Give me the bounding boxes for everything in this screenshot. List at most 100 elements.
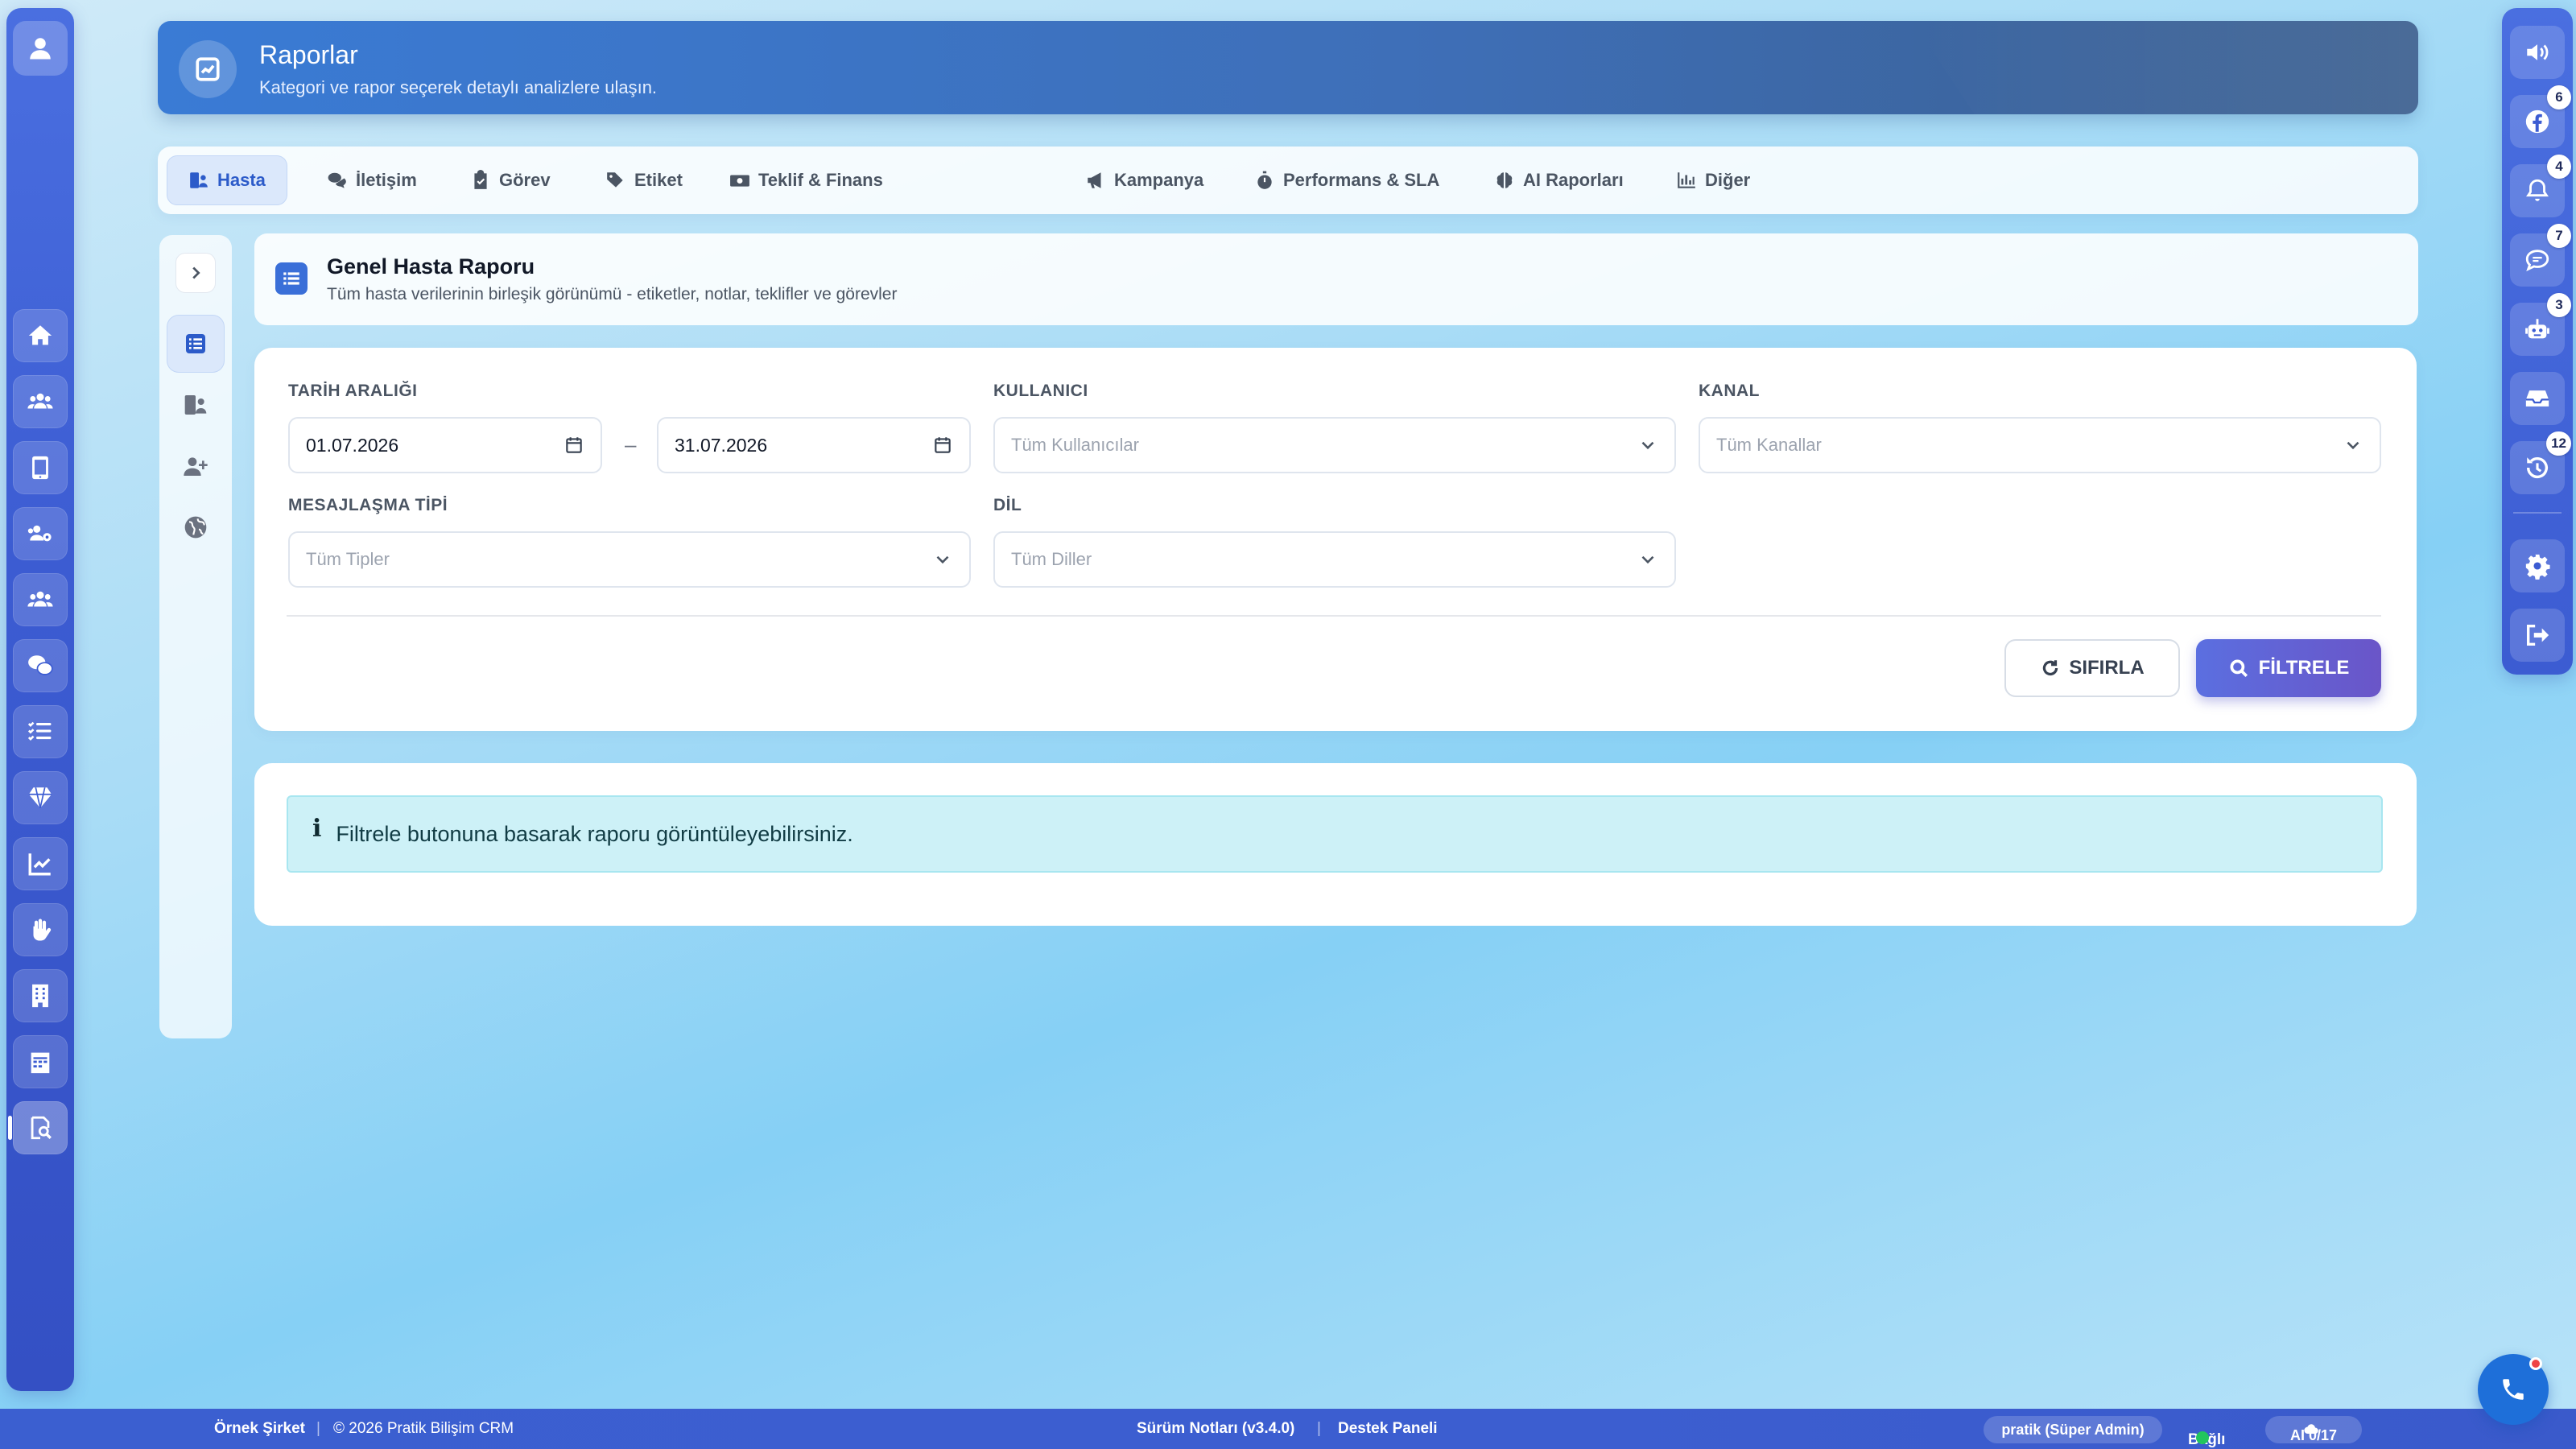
inbox-icon [2525, 390, 2549, 407]
ai-usage-pill[interactable]: AI 0/17 [2265, 1416, 2362, 1443]
channel-select[interactable]: Tüm Kanallar [1699, 417, 2381, 473]
tasks-nav-button[interactable] [13, 705, 68, 758]
bot-badge: 3 [2547, 293, 2571, 317]
page-subtitle: Kategori ve rapor seçerek detaylı analiz… [259, 77, 658, 97]
home-nav-button[interactable] [13, 309, 68, 362]
message-icon [2525, 250, 2549, 272]
message-type-select[interactable]: Tüm Tipler [288, 531, 971, 588]
robot-icon [2525, 319, 2549, 339]
tab-label: AI Raporları [1523, 170, 1624, 190]
language-select[interactable]: Tüm Diller [993, 531, 1676, 588]
date-range-separator: – [625, 432, 637, 456]
rail-divider [2513, 512, 2562, 514]
tab-label: Hasta [217, 170, 266, 190]
tab-etiket[interactable]: Etiket [584, 156, 704, 204]
call-notification-dot [2529, 1357, 2542, 1370]
page-header: Raporlar Kategori ve rapor seçerek detay… [158, 21, 2418, 114]
clipboard-check-icon [474, 170, 487, 189]
calendar-nav-button[interactable] [13, 1035, 68, 1088]
support-panel-link[interactable]: Destek Paneli [1338, 1420, 1438, 1438]
footer-company: Örnek Şirket [214, 1420, 305, 1437]
date-end-input[interactable]: 31.07.2026 [657, 417, 971, 473]
task-list-icon [27, 721, 52, 741]
home-icon [28, 325, 52, 345]
mobile-nav-button[interactable] [13, 441, 68, 494]
filter-divider [287, 615, 2381, 617]
hand-icon [33, 919, 52, 941]
header-decoration [1913, 21, 2418, 114]
megaphone-icon [1088, 172, 1101, 188]
report-item-new-patients[interactable] [167, 438, 224, 494]
chevron-down-icon [936, 555, 949, 564]
report-sub-sidebar [159, 235, 232, 1038]
announcements-button[interactable] [2510, 26, 2565, 79]
settings-button[interactable] [2510, 539, 2565, 592]
current-user-pill[interactable]: pratik (Süper Admin) [1984, 1416, 2162, 1443]
bot-button[interactable]: 3 [2510, 293, 2571, 356]
tab-hasta[interactable]: Hasta [167, 156, 287, 204]
report-item-patient-card[interactable] [167, 377, 224, 433]
calendar-icon[interactable] [564, 435, 584, 456]
facebook-icon [2525, 109, 2549, 134]
calendar-icon[interactable] [932, 435, 953, 456]
tab-performans-sla[interactable]: Performans & SLA [1233, 156, 1460, 204]
message-type-label: MESAJLAŞMA TİPİ [288, 496, 448, 514]
building-nav-button[interactable] [13, 969, 68, 1022]
tab-kampanya[interactable]: Kampanya [1064, 156, 1224, 204]
premium-nav-button[interactable] [13, 771, 68, 824]
inbox-button[interactable] [2510, 372, 2565, 425]
report-result-panel: i Filtrele butonuna basarak raporu görün… [254, 763, 2417, 926]
report-item-region[interactable] [167, 499, 224, 555]
user-list-icon [190, 172, 208, 188]
filter-button-label: FİLTRELE [2258, 657, 2350, 679]
patients-nav-button[interactable] [13, 375, 68, 428]
users-group-icon [27, 591, 53, 607]
tab-gorev[interactable]: Görev [449, 156, 572, 204]
search-report-icon [31, 1116, 52, 1140]
report-header-card: Genel Hasta Raporu Tüm hasta verilerinin… [254, 233, 2418, 325]
tab-iletisim[interactable]: İletişim [306, 156, 438, 204]
bell-icon [2526, 179, 2549, 201]
logout-button[interactable] [2510, 609, 2565, 662]
notifications-button[interactable]: 4 [2510, 155, 2571, 217]
tab-label: Teklif & Finans [758, 170, 883, 190]
user-plus-icon [184, 457, 208, 476]
call-button[interactable] [2478, 1354, 2549, 1425]
tab-teklif-finans[interactable]: Teklif & Finans [708, 156, 904, 204]
language-select-placeholder: Tüm Diller [1011, 549, 1092, 569]
reset-button[interactable]: SIFIRLA [2004, 639, 2180, 697]
groups-nav-button[interactable] [13, 573, 68, 626]
volume-icon [2527, 44, 2549, 60]
logout-icon [2526, 624, 2549, 646]
messages-button[interactable]: 7 [2510, 224, 2571, 287]
tab-diger[interactable]: Diğer [1655, 156, 1771, 204]
report-item-general[interactable] [167, 316, 224, 372]
channel-filter-label: KANAL [1699, 382, 1760, 400]
status-dot [2196, 1431, 2209, 1444]
filter-button[interactable]: FİLTRELE [2196, 639, 2381, 697]
facebook-badge: 6 [2547, 85, 2571, 109]
comments-icon [328, 172, 346, 188]
tags-icon [607, 172, 623, 188]
language-filter-label: DİL [993, 496, 1022, 514]
date-start-input[interactable]: 01.07.2026 [288, 417, 602, 473]
user-select[interactable]: Tüm Kullanıcılar [993, 417, 1676, 473]
user-avatar[interactable] [13, 21, 68, 76]
release-notes-link[interactable]: Sürüm Notları (v3.4.0) [1137, 1420, 1294, 1438]
app-footer: Örnek Şirket | © 2026 Pratik Bilişim CRM… [0, 1409, 2576, 1449]
users-cog-icon [27, 525, 52, 542]
team-settings-nav-button[interactable] [13, 507, 68, 560]
refresh-icon [2043, 660, 2058, 676]
tab-label: Diğer [1705, 170, 1751, 190]
info-alert: i Filtrele butonuna basarak raporu görün… [287, 795, 2383, 873]
chat-nav-button[interactable] [13, 639, 68, 692]
line-chart-icon [28, 853, 51, 876]
facebook-button[interactable]: 6 [2510, 85, 2571, 148]
sidebar-expand-button[interactable] [175, 253, 216, 293]
hand-nav-button[interactable] [13, 903, 68, 956]
reports-nav-button[interactable] [8, 1101, 68, 1154]
history-button[interactable]: 12 [2510, 431, 2571, 494]
tab-ai-raporlari[interactable]: AI Raporları [1473, 156, 1645, 204]
analytics-nav-button[interactable] [13, 837, 68, 890]
date-end-value: 31.07.2026 [675, 434, 768, 456]
